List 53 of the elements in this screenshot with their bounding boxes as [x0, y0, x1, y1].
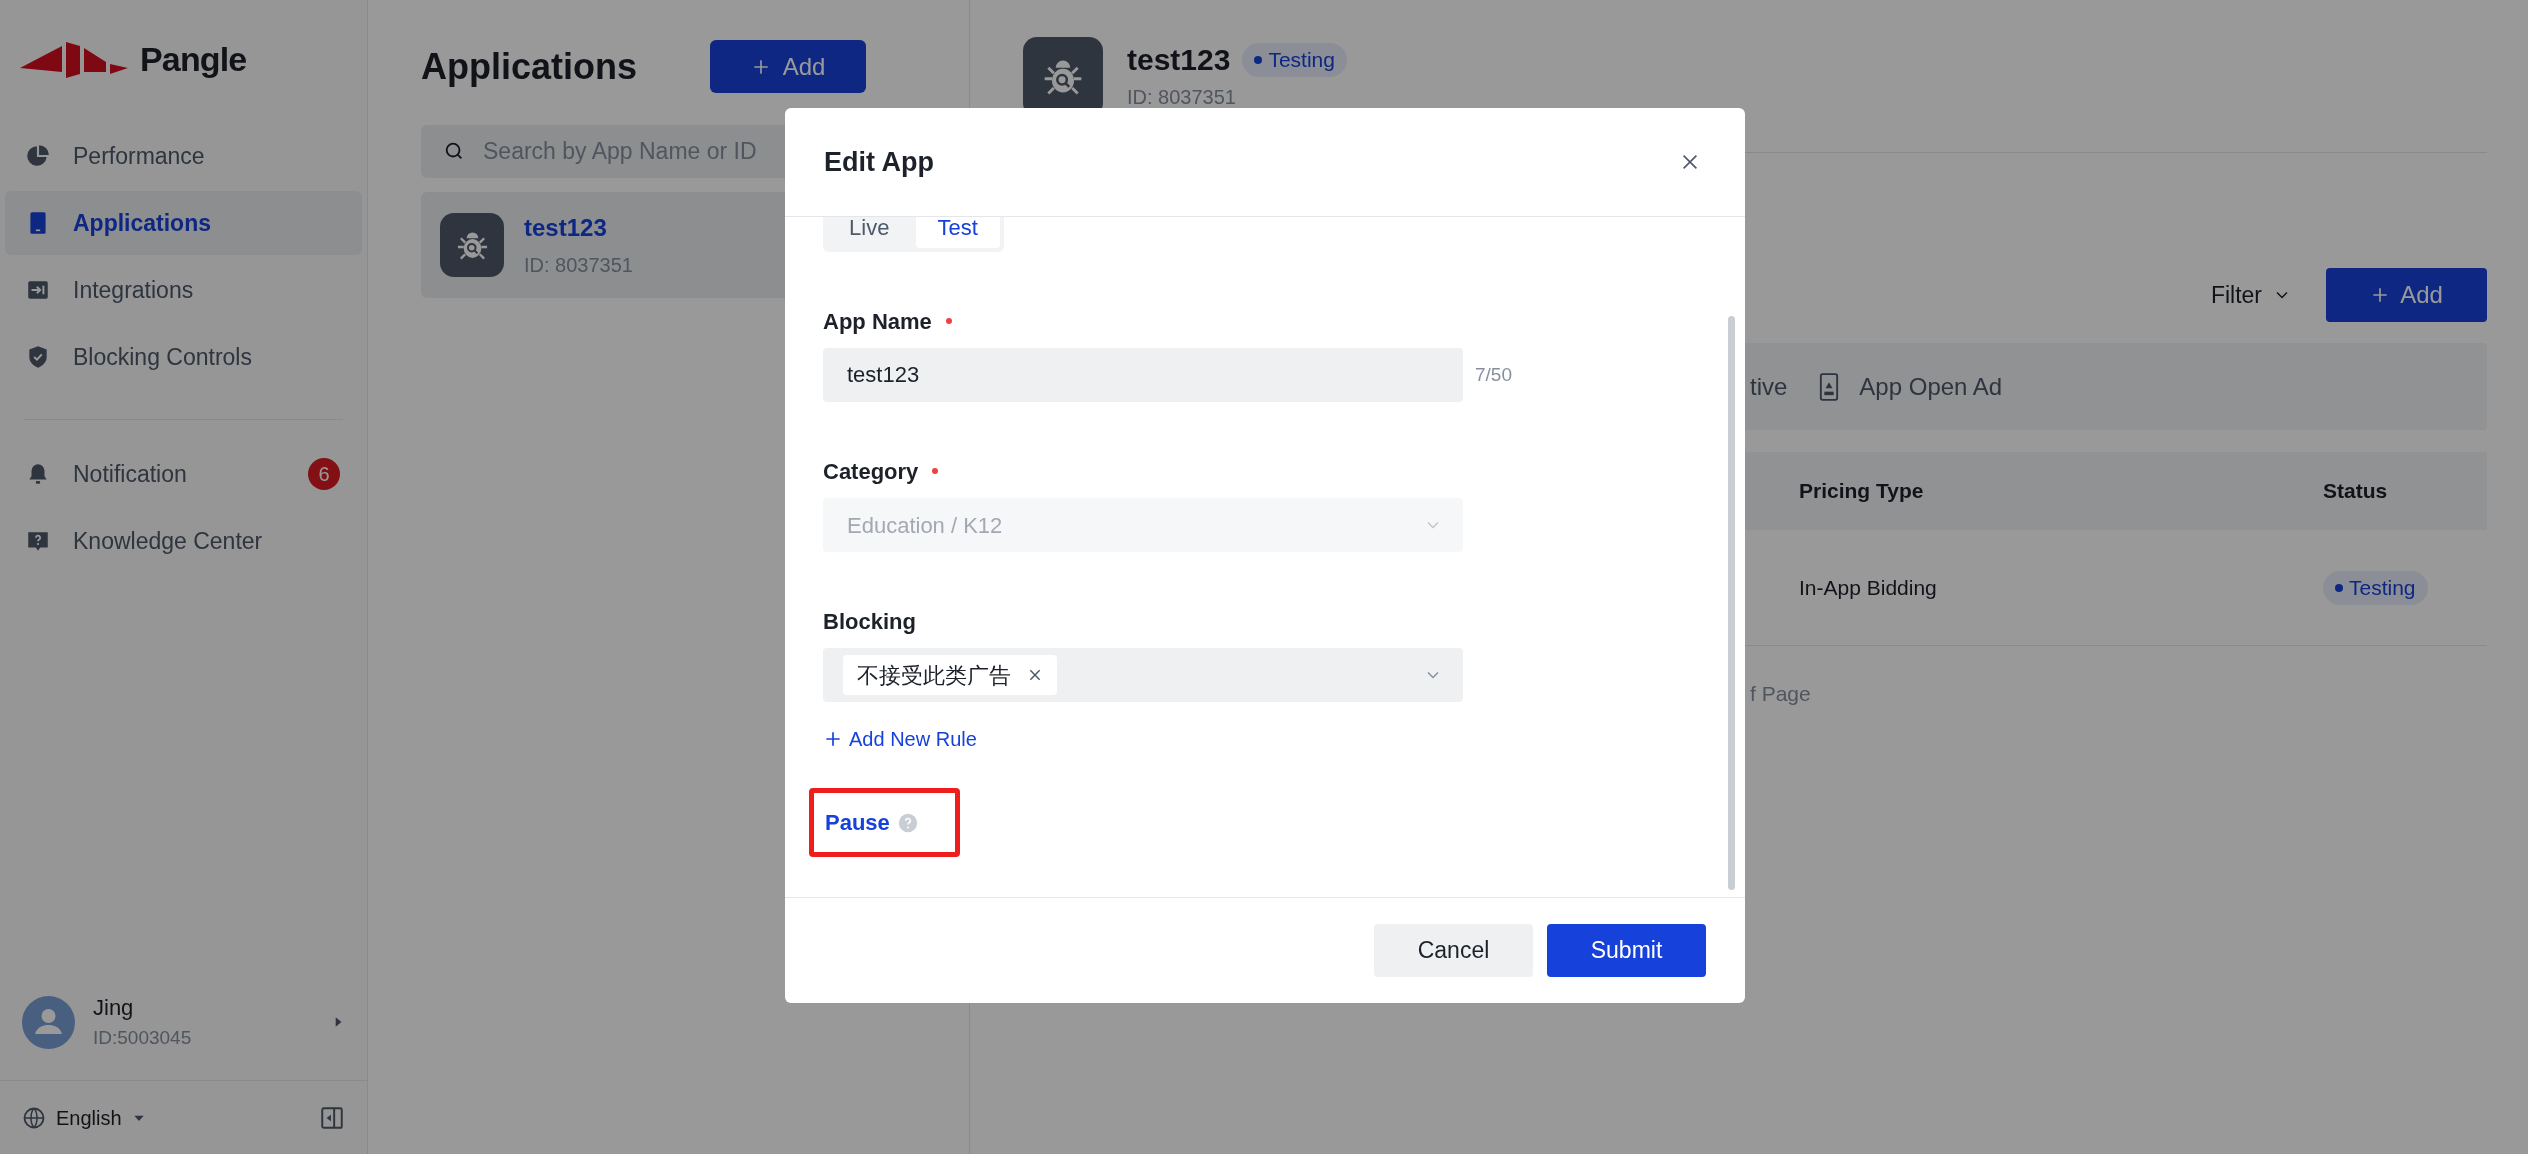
app-id: ID: 8037351	[524, 253, 633, 278]
sidebar-item[interactable]: Applications	[5, 191, 362, 255]
app-icon	[440, 213, 504, 277]
sidebar-item-label: Knowledge Center	[73, 526, 264, 556]
submit-button[interactable]: Submit	[1547, 924, 1706, 977]
help-icon	[897, 812, 918, 833]
column-header: Pricing Type	[1799, 478, 1925, 505]
cancel-button[interactable]: Cancel	[1374, 924, 1533, 977]
remove-tag-icon[interactable]	[1027, 667, 1043, 683]
add-button[interactable]: Add	[710, 40, 866, 93]
pie-chart-icon	[25, 143, 51, 169]
character-counter: 7/50	[1475, 362, 1512, 387]
category-select: Education / K12	[823, 498, 1463, 552]
plus-icon	[823, 729, 843, 749]
sidebar-item-label: Notification	[73, 459, 188, 489]
app-name-field[interactable]: test123	[823, 348, 1463, 402]
ad-format-tab[interactable]: tive	[1750, 368, 1788, 405]
environment-option[interactable]: Test	[915, 217, 1000, 248]
user-name: Jing	[93, 994, 135, 1023]
app-name: test123	[524, 213, 608, 243]
pagination-text: f Page	[1749, 681, 1812, 707]
panel-title: Applications	[421, 44, 638, 89]
ad-format-tab[interactable]: App Open Ad	[1815, 368, 2003, 405]
app-title: test123	[1127, 42, 1231, 78]
blocking-select[interactable]: 不接受此类广告	[823, 648, 1463, 702]
field-label: Category	[823, 457, 919, 486]
column-header: Status	[2323, 478, 2388, 505]
notification-count: 6	[308, 458, 340, 490]
table-cell-text: In-App Bidding	[1799, 574, 1938, 601]
sidebar-item[interactable]: Blocking Controls	[5, 325, 362, 389]
pangle-logo[interactable]: Pangle	[0, 0, 367, 80]
scrollbar[interactable]	[1728, 316, 1735, 890]
language-selector[interactable]: English	[22, 1102, 146, 1133]
add-button[interactable]: Add	[2326, 268, 2487, 322]
add-new-rule-link[interactable]: Add New Rule	[823, 724, 977, 754]
pause-label[interactable]: Pause	[825, 806, 890, 839]
user-id: ID:5003045	[93, 1026, 193, 1051]
status-badge: Testing	[2323, 570, 2428, 605]
search-icon	[443, 140, 465, 162]
field-label: Blocking	[823, 607, 916, 636]
app-id: ID: 8037351	[1127, 85, 1237, 110]
sidebar-item[interactable]: Integrations	[5, 258, 362, 322]
status-badge: Testing	[1242, 42, 1347, 77]
sidebar-item[interactable]: Knowledge Center	[5, 509, 362, 573]
globe-icon	[22, 1105, 46, 1130]
sidebar-item[interactable]: Performance	[5, 124, 362, 188]
rule-tag: 不接受此类广告	[843, 655, 1057, 695]
sidebar-item[interactable]: Notification 6	[5, 442, 362, 506]
environment-option[interactable]: Live	[827, 217, 912, 248]
filter-dropdown[interactable]: Filter	[2210, 277, 2292, 313]
field-label: App Name	[823, 307, 932, 336]
avatar-icon[interactable]	[22, 995, 75, 1049]
collapse-sidebar-icon[interactable]	[319, 1104, 345, 1131]
